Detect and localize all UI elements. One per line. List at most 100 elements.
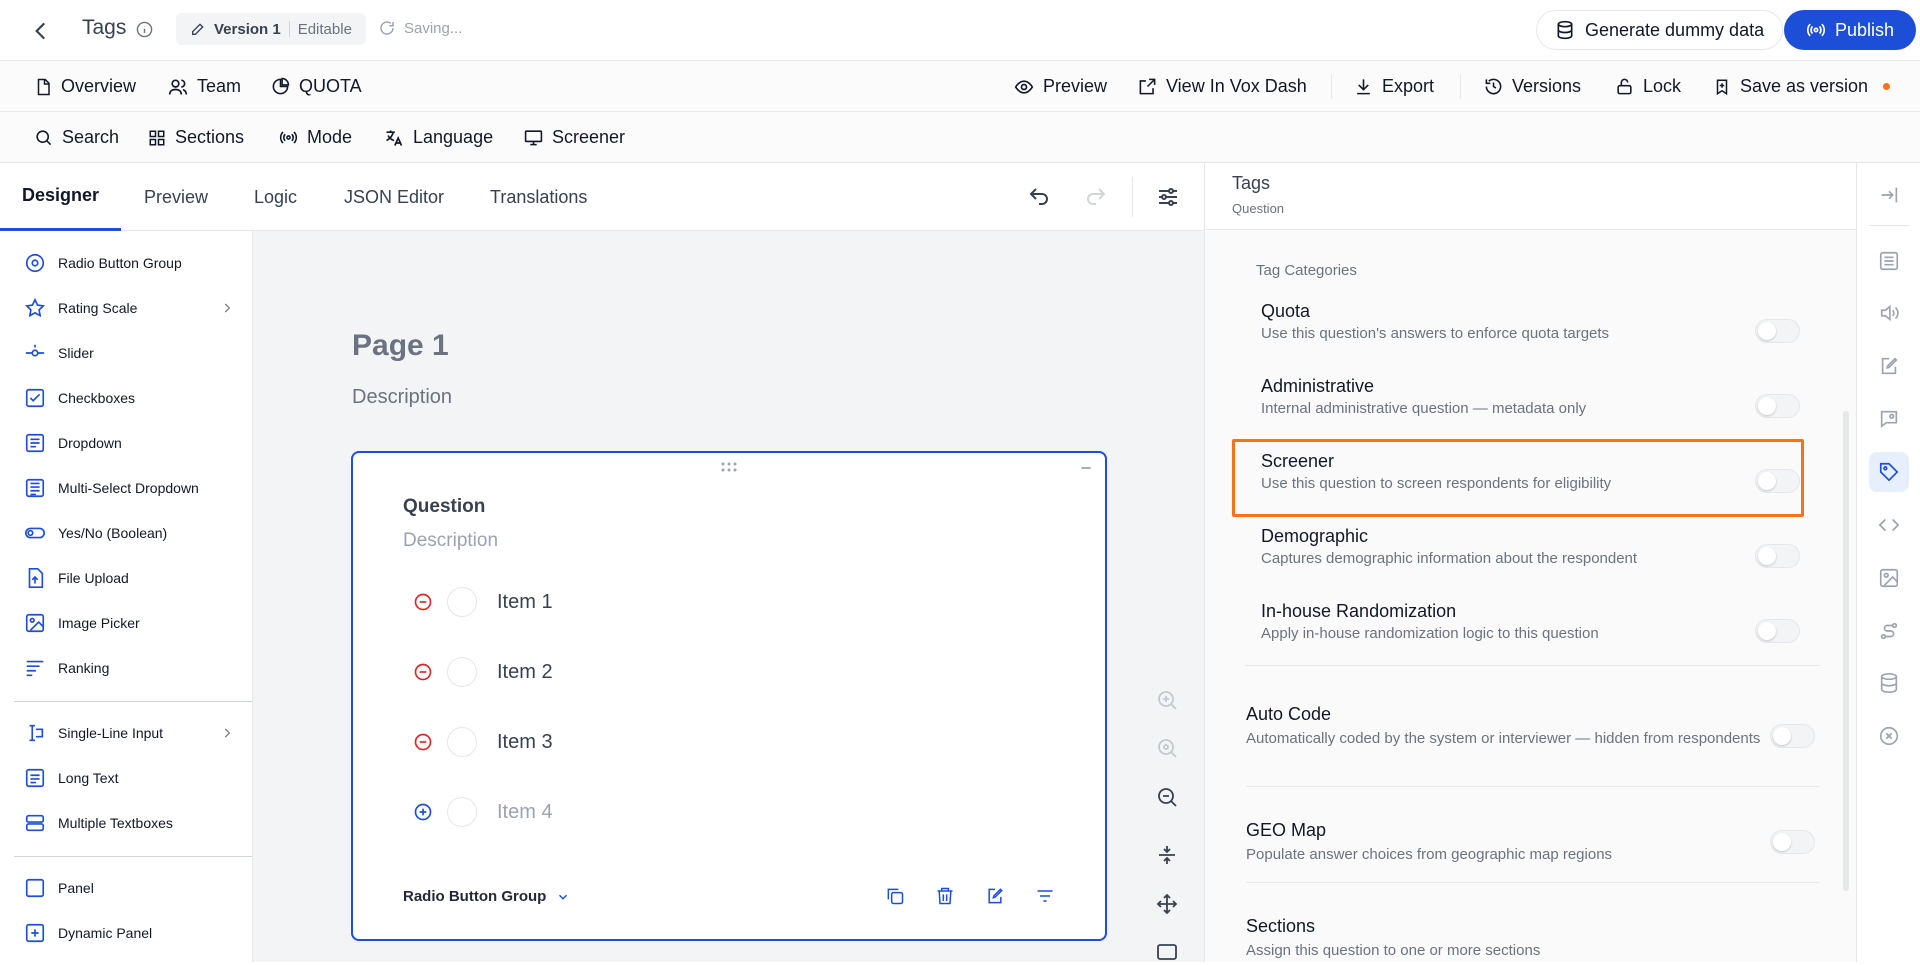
image-settings-icon[interactable] bbox=[1869, 558, 1909, 598]
info-icon[interactable] bbox=[136, 21, 153, 38]
choice-label[interactable]: Item 1 bbox=[497, 591, 553, 614]
auto-code-toggle[interactable] bbox=[1770, 724, 1815, 748]
lock-view-icon[interactable] bbox=[1155, 941, 1179, 965]
question-type-selector[interactable]: Radio Button Group bbox=[403, 888, 570, 905]
database-icon[interactable] bbox=[1869, 663, 1909, 703]
toolbox-label: Dynamic Panel bbox=[58, 925, 153, 941]
generate-dummy-data-button[interactable]: Generate dummy data bbox=[1536, 10, 1784, 50]
duplicate-icon[interactable] bbox=[885, 886, 905, 906]
toolbox-item-rating-scale[interactable]: Rating Scale bbox=[24, 293, 234, 323]
page-description[interactable]: Description bbox=[352, 386, 452, 409]
toolbox-item-ranking[interactable]: Ranking bbox=[24, 653, 234, 683]
nav-versions[interactable]: Versions bbox=[1484, 61, 1581, 112]
demographic-toggle[interactable] bbox=[1755, 544, 1800, 568]
edit-icon[interactable] bbox=[985, 886, 1005, 906]
chevron-right-icon[interactable] bbox=[220, 726, 234, 740]
close-circle-icon[interactable] bbox=[1869, 716, 1909, 756]
tab-json-editor[interactable]: JSON Editor bbox=[344, 163, 444, 231]
undo-icon[interactable] bbox=[1026, 185, 1052, 209]
toolbox-item-multiple-textboxes[interactable]: Multiple Textboxes bbox=[24, 808, 234, 838]
tag-title: Administrative bbox=[1261, 376, 1375, 396]
choice-label[interactable]: Item 3 bbox=[497, 731, 553, 754]
question-title[interactable]: Question bbox=[403, 496, 485, 518]
add-choice-label[interactable]: Item 4 bbox=[497, 801, 553, 824]
question-description[interactable]: Description bbox=[403, 530, 498, 552]
remove-icon[interactable] bbox=[413, 592, 433, 612]
tab-preview[interactable]: Preview bbox=[144, 163, 208, 231]
toolbox-item-dynamic-panel[interactable]: Dynamic Panel bbox=[24, 918, 234, 948]
back-arrow-icon[interactable] bbox=[28, 18, 54, 44]
filter-icon[interactable] bbox=[1035, 886, 1055, 906]
toolbox-item-file-upload[interactable]: File Upload bbox=[24, 563, 234, 593]
nav-lock-label: Lock bbox=[1643, 76, 1682, 96]
in-house-randomization-toggle[interactable] bbox=[1755, 619, 1800, 643]
screener-toggle[interactable] bbox=[1755, 469, 1800, 493]
toolbox-item-slider[interactable]: Slider bbox=[24, 338, 234, 368]
audio-icon[interactable] bbox=[1869, 293, 1909, 333]
geo-map-toggle[interactable] bbox=[1770, 830, 1815, 854]
code-icon[interactable] bbox=[1869, 505, 1909, 545]
comment-settings-icon[interactable] bbox=[1869, 399, 1909, 439]
drag-handle-icon[interactable] bbox=[721, 461, 737, 473]
remove-icon[interactable] bbox=[413, 662, 433, 682]
redo-icon[interactable] bbox=[1083, 185, 1109, 209]
administrative-toggle[interactable] bbox=[1755, 394, 1800, 418]
sliders-icon[interactable] bbox=[1156, 185, 1180, 209]
scrollbar[interactable] bbox=[1843, 411, 1849, 891]
version-pill[interactable]: Version 1 Editable bbox=[176, 13, 366, 45]
choice-label[interactable]: Item 2 bbox=[497, 661, 553, 684]
nav-quota-label: QUOTA bbox=[299, 76, 362, 96]
nav-team[interactable]: Team bbox=[168, 61, 241, 112]
monitor-icon bbox=[524, 128, 543, 147]
quota-toggle[interactable] bbox=[1755, 319, 1800, 343]
publish-button[interactable]: Publish bbox=[1784, 10, 1916, 50]
toolbox-item-checkboxes[interactable]: Checkboxes bbox=[24, 383, 234, 413]
radio-circle[interactable] bbox=[447, 727, 477, 757]
toolbox-item-single-line-input[interactable]: Single-Line Input bbox=[24, 718, 234, 748]
collapse-panel-icon[interactable] bbox=[1869, 175, 1909, 215]
toolbox-item-multi-select-dropdown[interactable]: Multi-Select Dropdown bbox=[24, 473, 234, 503]
properties-icon[interactable] bbox=[1869, 241, 1909, 281]
route-icon[interactable] bbox=[1869, 611, 1909, 651]
tool-language[interactable]: Language bbox=[384, 112, 493, 163]
toolbox-item-image-picker[interactable]: Image Picker bbox=[24, 608, 234, 638]
radio-circle[interactable] bbox=[447, 657, 477, 687]
nav-view-vox-dash[interactable]: View In Vox Dash bbox=[1138, 61, 1307, 112]
tool-search[interactable]: Search bbox=[34, 112, 119, 163]
tab-logic[interactable]: Logic bbox=[254, 163, 297, 231]
nav-save-as-version[interactable]: Save as version bbox=[1713, 61, 1891, 112]
move-icon[interactable] bbox=[1155, 892, 1179, 916]
panel-title: Tags bbox=[1232, 173, 1271, 193]
generate-label: Generate dummy data bbox=[1585, 19, 1765, 40]
tag-icon[interactable] bbox=[1869, 452, 1909, 492]
zoom-fit-icon[interactable] bbox=[1155, 736, 1179, 760]
page-title[interactable]: Page 1 bbox=[352, 329, 449, 363]
chevron-right-icon[interactable] bbox=[220, 301, 234, 315]
toolbox-item-radio-button-group[interactable]: Radio Button Group bbox=[24, 248, 234, 278]
radio-circle[interactable] bbox=[447, 587, 477, 617]
tab-translations[interactable]: Translations bbox=[490, 163, 587, 231]
zoom-out-icon[interactable] bbox=[1155, 785, 1179, 809]
toolbox-item-yes-no-boolean[interactable]: Yes/No (Boolean) bbox=[24, 518, 234, 548]
trash-icon[interactable] bbox=[935, 886, 955, 906]
collapse-icon[interactable] bbox=[1079, 461, 1093, 475]
toolbox-item-panel[interactable]: Panel bbox=[24, 873, 234, 903]
nav-overview[interactable]: Overview bbox=[34, 61, 136, 112]
nav-quota[interactable]: QUOTA bbox=[271, 61, 362, 112]
star-icon bbox=[24, 297, 46, 319]
tool-mode[interactable]: Mode bbox=[279, 112, 352, 163]
remove-icon[interactable] bbox=[413, 732, 433, 752]
nav-export[interactable]: Export bbox=[1354, 61, 1434, 112]
nav-preview[interactable]: Preview bbox=[1014, 61, 1107, 112]
toolbox-item-dropdown[interactable]: Dropdown bbox=[24, 428, 234, 458]
note-edit-icon[interactable] bbox=[1869, 346, 1909, 386]
tool-sections[interactable]: Sections bbox=[148, 112, 244, 163]
add-icon[interactable] bbox=[413, 802, 433, 822]
tool-screener[interactable]: Screener bbox=[524, 112, 625, 163]
tab-designer[interactable]: Designer bbox=[0, 163, 121, 231]
toolbox-item-long-text[interactable]: Long Text bbox=[24, 763, 234, 793]
nav-lock[interactable]: Lock bbox=[1615, 61, 1681, 112]
zoom-in-icon[interactable] bbox=[1155, 688, 1179, 712]
compress-icon[interactable] bbox=[1155, 843, 1179, 867]
question-card[interactable]: Question Description Item 1 Item 2 Item … bbox=[351, 451, 1107, 941]
